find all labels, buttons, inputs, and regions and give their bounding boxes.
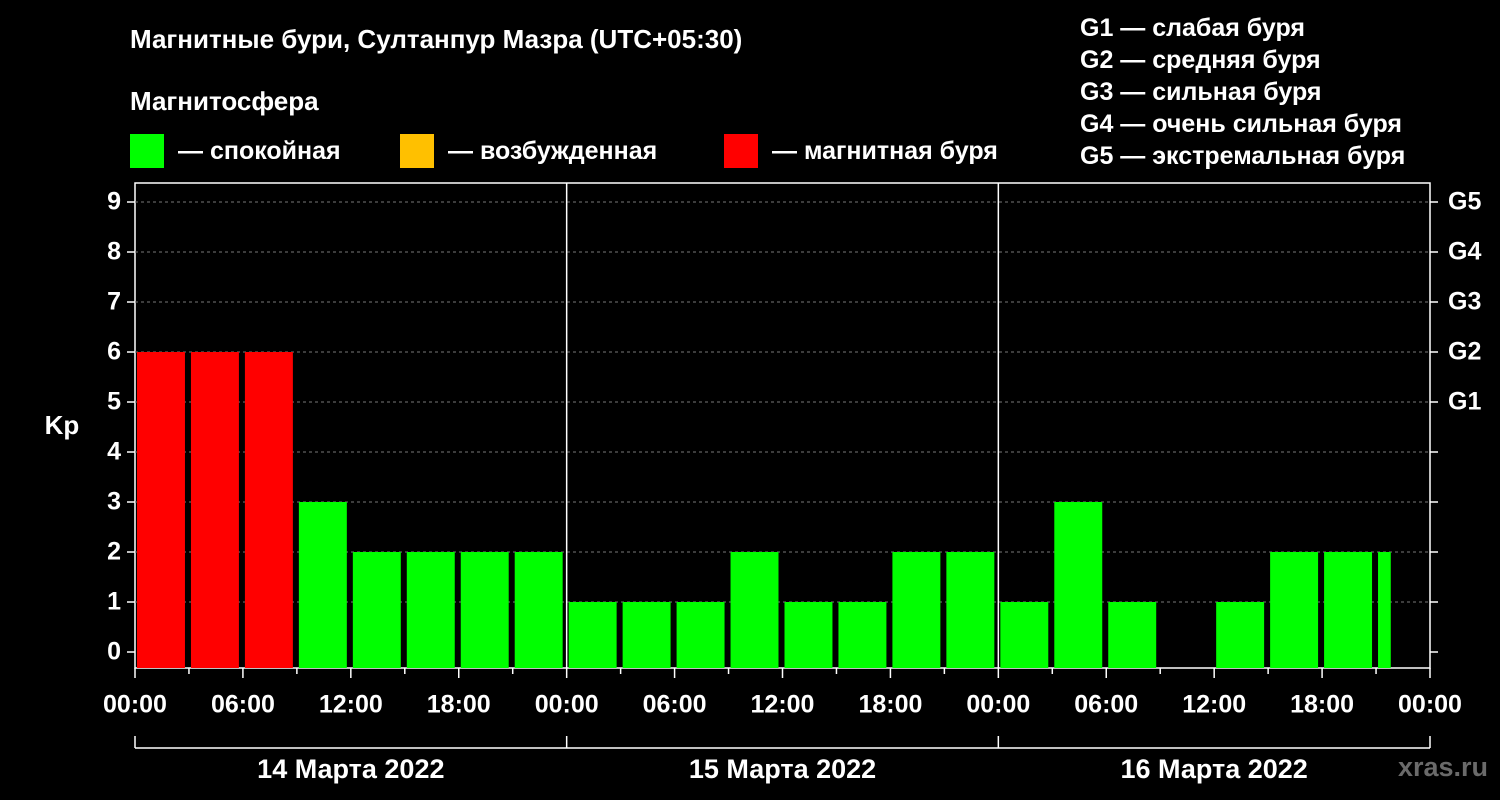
kp-bar: [1216, 602, 1265, 668]
x-tick-label: 18:00: [1290, 691, 1354, 719]
kp-bar: [568, 602, 617, 668]
kp-bar: [838, 602, 887, 668]
kp-bar: [1324, 552, 1373, 668]
x-tick-label: 06:00: [1074, 691, 1138, 719]
y-axis-label: Kp: [45, 410, 80, 440]
y-tick-label: 7: [107, 288, 121, 316]
kp-bar: [784, 602, 833, 668]
g-scale-label: G2: [1448, 338, 1481, 366]
x-tick-label: 18:00: [858, 691, 922, 719]
x-tick-label: 12:00: [1182, 691, 1246, 719]
g-scale-label: G1: [1448, 388, 1481, 416]
kp-bar: [460, 552, 509, 668]
x-tick-label: 06:00: [643, 691, 707, 719]
kp-bar: [137, 352, 185, 668]
kp-bar: [1378, 552, 1391, 668]
y-tick-label: 0: [107, 638, 121, 666]
g-scale-label: G4: [1448, 238, 1481, 266]
g-scale-label: G3: [1448, 288, 1481, 316]
kp-bar: [892, 552, 941, 668]
kp-bar: [1054, 502, 1103, 668]
x-tick-label: 00:00: [1398, 691, 1462, 719]
y-tick-label: 3: [107, 488, 121, 516]
x-tick-label: 06:00: [211, 691, 275, 719]
day-label: 14 Марта 2022: [257, 754, 444, 784]
kp-bar: [298, 502, 347, 668]
day-label: 15 Марта 2022: [689, 754, 876, 784]
kp-bar: [352, 552, 401, 668]
day-label: 16 Марта 2022: [1121, 754, 1308, 784]
x-tick-label: 18:00: [427, 691, 491, 719]
g-scale-label: G5: [1448, 188, 1481, 216]
x-tick-label: 12:00: [751, 691, 815, 719]
y-tick-label: 9: [107, 188, 121, 216]
kp-bar: [946, 552, 995, 668]
watermark: xras.ru: [1397, 752, 1488, 782]
y-tick-label: 8: [107, 238, 121, 266]
kp-bar: [406, 552, 455, 668]
y-tick-label: 4: [107, 438, 121, 466]
kp-chart: 0 1 2 3 4 5 6 7 8 9 G1 G2 G3 G4 G5 Kp 00:00 06:00 12:00 18:…: [45, 182, 1481, 784]
y-tick-label: 6: [107, 338, 121, 366]
kp-bar: [676, 602, 725, 668]
kp-bar: [622, 602, 671, 668]
kp-bar: [190, 352, 239, 668]
x-tick-label: 00:00: [535, 691, 599, 719]
kp-bar: [514, 552, 563, 668]
y-tick-label: 1: [107, 588, 121, 616]
kp-bar: [244, 352, 293, 668]
kp-bar: [1270, 552, 1319, 668]
x-tick-label: 00:00: [103, 691, 167, 719]
x-tick-label: 00:00: [966, 691, 1030, 719]
y-tick-label: 2: [107, 538, 121, 566]
y-tick-label: 5: [107, 388, 121, 416]
kp-bar: [730, 552, 779, 668]
kp-bar: [1000, 602, 1049, 668]
kp-bar: [1108, 602, 1157, 668]
x-tick-label: 12:00: [319, 691, 383, 719]
